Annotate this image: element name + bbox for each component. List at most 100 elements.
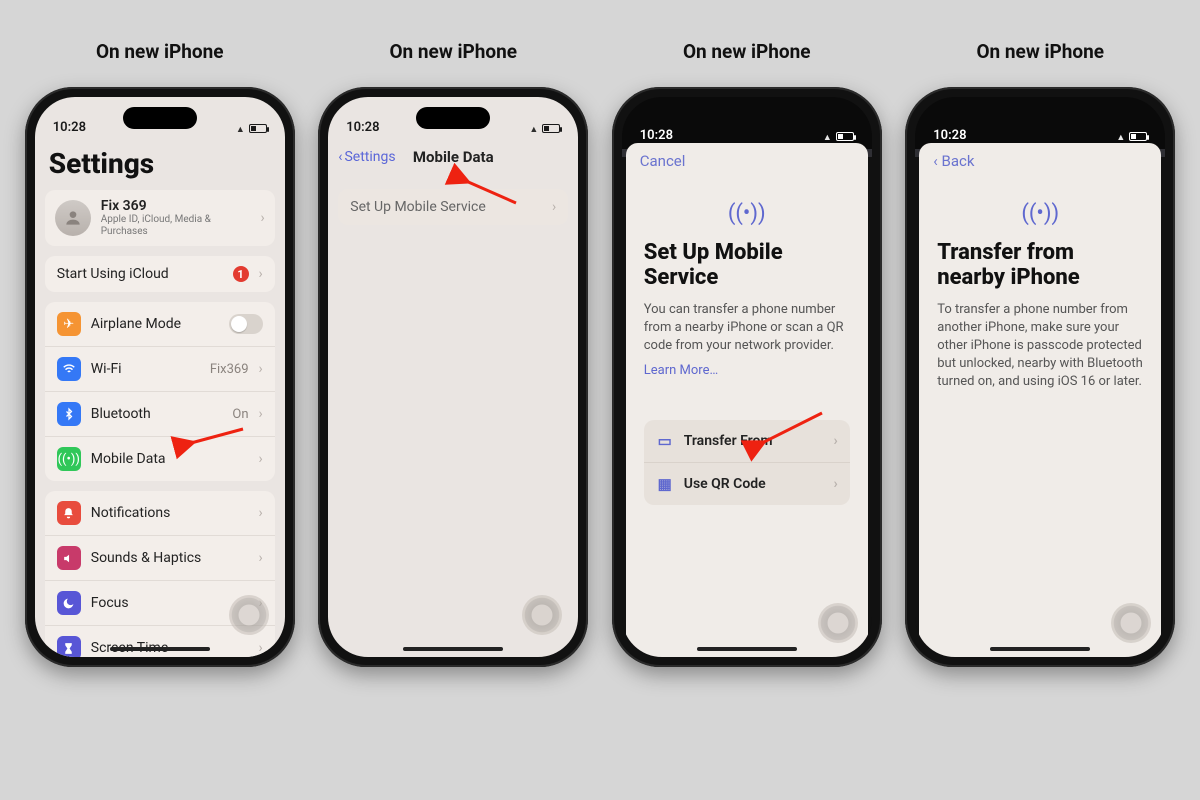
wifi-icon (529, 122, 538, 135)
nav-bar: ‹ Settings Mobile Data (328, 139, 578, 175)
sheet-body: ((•)) Set Up Mobile Service You can tran… (626, 179, 868, 657)
sheet-description: To transfer a phone number from another … (937, 301, 1143, 392)
qr-icon: ▦ (656, 475, 674, 493)
badge-count: 1 (233, 266, 249, 282)
caption-4: On new iPhone (976, 40, 1104, 63)
row-label: Airplane Mode (91, 316, 219, 332)
battery-icon (1129, 132, 1147, 141)
speaker-icon (57, 546, 81, 570)
antenna-icon: ((•)) (57, 447, 81, 471)
row-label: Bluetooth (91, 406, 223, 422)
sheet-title: Transfer from nearby iPhone (937, 240, 1143, 291)
network-group: ✈ Airplane Mode Wi-Fi Fix369 › (45, 302, 275, 481)
wifi-icon (1116, 130, 1125, 143)
antenna-icon: ((•)) (937, 193, 1143, 240)
phone-icon: ▭ (656, 432, 674, 450)
chevron-right-icon: › (259, 505, 263, 521)
bluetooth-icon (57, 402, 81, 426)
status-icons (823, 130, 854, 143)
assistive-touch[interactable] (522, 595, 562, 635)
row-label: Focus (91, 595, 249, 611)
screen-2: 10:28 ‹ Settings Mobile Data Set Up Mobi… (328, 97, 578, 657)
wifi-icon (823, 130, 832, 143)
bluetooth-row[interactable]: Bluetooth On › (45, 392, 275, 437)
step-1: On new iPhone 10:28 Settings (22, 40, 298, 667)
chevron-right-icon: › (552, 199, 556, 215)
chevron-right-icon: › (259, 451, 263, 467)
home-indicator[interactable] (110, 647, 210, 651)
airplane-toggle[interactable] (229, 314, 263, 334)
home-indicator[interactable] (697, 647, 797, 651)
learn-more-link[interactable]: Learn More… (644, 363, 718, 378)
screen-3: 10:28 Cancel ((•)) Set Up Mobile Service… (622, 97, 872, 657)
mobile-data-group: Set Up Mobile Service › (338, 189, 568, 225)
phone-frame-2: 10:28 ‹ Settings Mobile Data Set Up Mobi… (318, 87, 588, 667)
phone-frame-1: 10:28 Settings Fix 369 Apple ID, iCloud,… (25, 87, 295, 667)
phone-frame-4: 10:28 ‹ Back ((•)) Transfer from nearby … (905, 87, 1175, 667)
status-icons (236, 122, 267, 135)
status-icons (529, 122, 560, 135)
sheet-title: Set Up Mobile Service (644, 240, 850, 291)
step-4: On new iPhone 10:28 ‹ Back ((•)) Transfe… (903, 40, 1179, 667)
caption-1: On new iPhone (96, 40, 224, 63)
status-time: 10:28 (346, 120, 379, 135)
row-label: Sounds & Haptics (91, 550, 249, 566)
mobile-data-row[interactable]: ((•)) Mobile Data › (45, 437, 275, 481)
apple-id-row[interactable]: Fix 369 Apple ID, iCloud, Media & Purcha… (45, 190, 275, 246)
start-icloud-row[interactable]: Start Using iCloud 1 › (45, 256, 275, 292)
battery-icon (542, 124, 560, 133)
icloud-group: Start Using iCloud 1 › (45, 256, 275, 292)
wifi-icon (236, 122, 245, 135)
dynamic-island (416, 107, 490, 129)
row-value: Fix369 (210, 362, 249, 377)
assistive-touch[interactable] (1111, 603, 1151, 643)
sheet-header: Cancel (626, 143, 868, 179)
chevron-right-icon: › (259, 266, 263, 282)
moon-icon (57, 591, 81, 615)
chevron-right-icon: › (259, 640, 263, 656)
assistive-touch[interactable] (229, 595, 269, 635)
transfer-from-row[interactable]: ▭ Transfer From › (644, 420, 850, 463)
back-label: Back (941, 152, 974, 170)
setup-mobile-service-row[interactable]: Set Up Mobile Service › (338, 189, 568, 225)
airplane-mode-row[interactable]: ✈ Airplane Mode (45, 302, 275, 347)
back-button[interactable]: ‹ Settings (338, 149, 395, 165)
screen-1: 10:28 Settings Fix 369 Apple ID, iCloud,… (35, 97, 285, 657)
status-time: 10:28 (640, 128, 673, 143)
home-indicator[interactable] (403, 647, 503, 651)
back-label: Settings (344, 149, 395, 165)
sheet-header: ‹ Back (919, 143, 1161, 179)
status-time: 10:28 (53, 120, 86, 135)
status-bar: 10:28 (915, 97, 1165, 149)
row-label: Wi-Fi (91, 361, 200, 377)
avatar (55, 200, 91, 236)
wifi-row[interactable]: Wi-Fi Fix369 › (45, 347, 275, 392)
page-title: Settings (35, 139, 285, 186)
assistive-touch[interactable] (818, 603, 858, 643)
dynamic-island (123, 107, 197, 129)
profile-name: Fix 369 (101, 198, 251, 214)
cancel-button[interactable]: Cancel (640, 152, 686, 170)
home-indicator[interactable] (990, 647, 1090, 651)
option-label: Transfer From (684, 433, 824, 449)
row-label: Start Using iCloud (57, 266, 223, 282)
chevron-right-icon: › (834, 476, 838, 492)
qr-code-row[interactable]: ▦ Use QR Code › (644, 463, 850, 505)
airplane-icon: ✈ (57, 312, 81, 336)
option-label: Use QR Code (684, 476, 824, 492)
row-value: On (232, 407, 248, 422)
battery-icon (249, 124, 267, 133)
chevron-right-icon: › (259, 406, 263, 422)
chevron-right-icon: › (261, 210, 265, 226)
caption-2: On new iPhone (389, 40, 517, 63)
profile-sub: Apple ID, iCloud, Media & Purchases (101, 214, 251, 238)
antenna-icon: ((•)) (644, 193, 850, 240)
back-button[interactable]: ‹ Back (933, 152, 974, 170)
caption-3: On new iPhone (683, 40, 811, 63)
phone-frame-3: 10:28 Cancel ((•)) Set Up Mobile Service… (612, 87, 882, 667)
status-bar: 10:28 (622, 97, 872, 149)
sounds-row[interactable]: Sounds & Haptics › (45, 536, 275, 581)
screen-4: 10:28 ‹ Back ((•)) Transfer from nearby … (915, 97, 1165, 657)
notifications-row[interactable]: Notifications › (45, 491, 275, 536)
setup-options: ▭ Transfer From › ▦ Use QR Code › (644, 420, 850, 505)
